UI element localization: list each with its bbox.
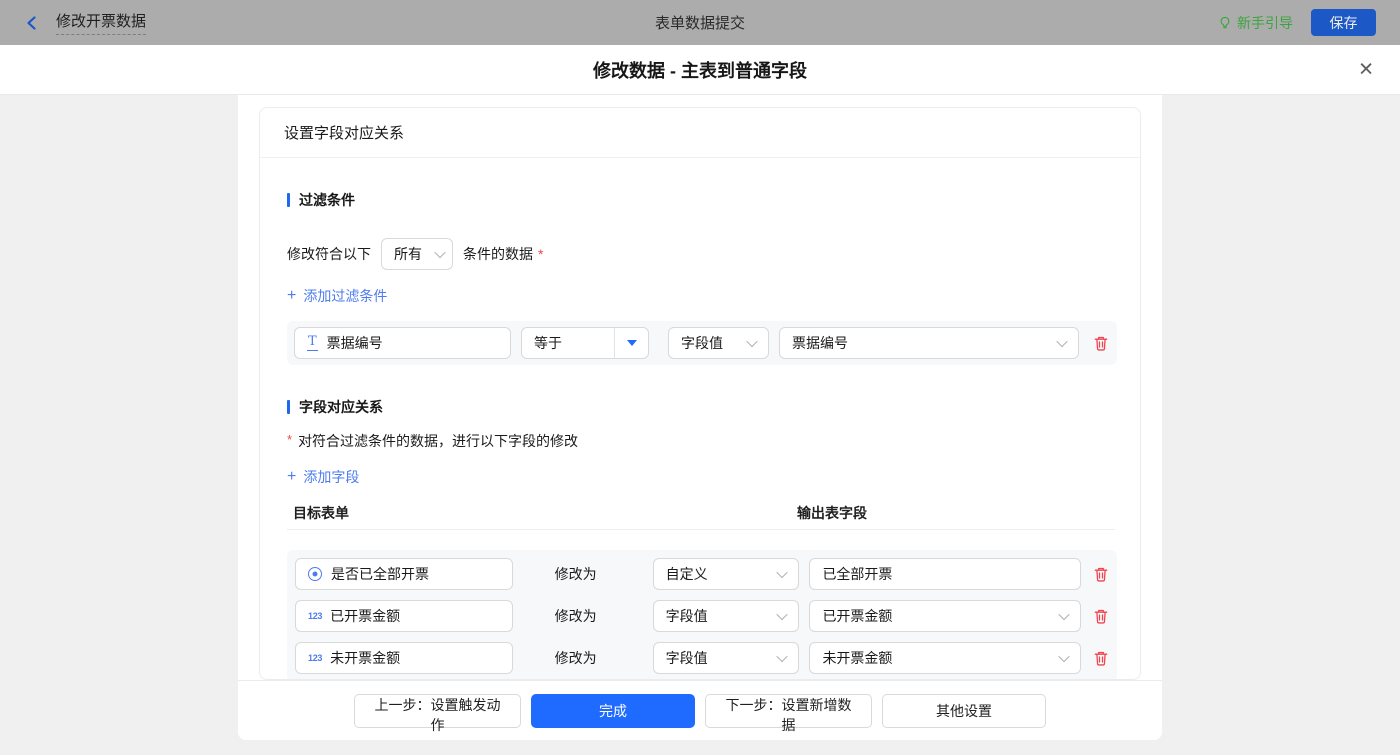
condition-value-select[interactable]: 票据编号 [779, 327, 1079, 359]
operator-caret-segment[interactable] [614, 328, 648, 358]
add-filter-condition-link[interactable]: + 添加过滤条件 [287, 286, 387, 306]
mapping-section-title: 字段对应关系 [287, 397, 1113, 417]
column-output-field: 输出表字段 [797, 503, 867, 523]
dialog-header: 修改数据 - 主表到普通字段 ✕ [0, 45, 1400, 95]
filter-condition-item: T 票据编号 等于 字段值 [294, 327, 1110, 359]
match-scope-select[interactable]: 所有 [381, 238, 453, 270]
modify-mode-select[interactable]: 自定义 [653, 558, 800, 590]
lightbulb-icon [1218, 16, 1232, 30]
mapping-table-header: 目标表单 输出表字段 [287, 503, 1113, 520]
target-field-box[interactable]: 123 未开票金额 [295, 642, 513, 674]
caret-down-icon [627, 340, 637, 346]
output-field-select[interactable]: 已开票金额 [809, 600, 1081, 632]
card-header: 设置字段对应关系 [260, 108, 1140, 158]
next-step-button[interactable]: 下一步：设置新增数据 [705, 694, 872, 728]
condition-field-box[interactable]: T 票据编号 [294, 327, 511, 359]
back-icon[interactable] [24, 15, 40, 31]
target-field-box[interactable]: 123 已开票金额 [295, 600, 513, 632]
dialog-title: 修改数据 - 主表到普通字段 [593, 57, 807, 83]
page-body: 设置字段对应关系 过滤条件 修改符合以下 所有 条件的数据 * [0, 95, 1400, 755]
chevron-down-icon [1058, 651, 1069, 662]
modify-mode-select[interactable]: 字段值 [653, 600, 800, 632]
dialog-footer: 上一步：设置触发动作 完成 下一步：设置新增数据 其他设置 [238, 680, 1162, 740]
beginner-guide-label: 新手引导 [1237, 13, 1293, 33]
modify-to-label: 修改为 [555, 648, 605, 668]
save-button[interactable]: 保存 [1311, 9, 1376, 36]
match-prefix-label: 修改符合以下 [287, 244, 371, 264]
chevron-down-icon [777, 567, 788, 578]
mapping-row: 是否已全部开票 修改为 自定义 已全部开票 [295, 558, 1109, 590]
section-bar [287, 400, 290, 414]
done-button[interactable]: 完成 [531, 694, 695, 728]
output-field-select[interactable]: 未开票金额 [809, 642, 1081, 674]
custom-value-input[interactable]: 已全部开票 [809, 558, 1081, 590]
target-field-box[interactable]: 是否已全部开票 [295, 558, 513, 590]
mapping-rows-panel: 是否已全部开票 修改为 自定义 已全部开票 [287, 550, 1117, 680]
divider [287, 529, 1115, 530]
match-suffix-label: 条件的数据 [463, 244, 533, 264]
chevron-down-icon [777, 609, 788, 620]
chevron-down-icon [1058, 609, 1069, 620]
condition-value-type-select[interactable]: 字段值 [668, 327, 769, 359]
flow-title[interactable]: 修改开票数据 [56, 10, 146, 35]
required-mark: * [287, 432, 292, 447]
close-icon[interactable]: ✕ [1358, 60, 1374, 79]
plus-icon: + [287, 469, 296, 485]
delete-row-trash-icon[interactable] [1093, 566, 1109, 582]
number-field-icon: 123 [308, 653, 322, 663]
modify-mode-select[interactable]: 字段值 [653, 642, 800, 674]
condition-operator-select[interactable]: 等于 [521, 327, 649, 359]
text-field-icon: T [307, 335, 318, 351]
filter-condition-panel: T 票据编号 等于 字段值 [287, 321, 1117, 365]
section-bar [287, 193, 290, 207]
radio-field-icon [308, 567, 322, 581]
beginner-guide-link[interactable]: 新手引导 [1218, 13, 1293, 33]
required-mark: * [538, 246, 543, 262]
column-target-form: 目标表单 [293, 503, 349, 523]
other-settings-button[interactable]: 其他设置 [882, 694, 1046, 728]
dialog-card: 设置字段对应关系 过滤条件 修改符合以下 所有 条件的数据 * [238, 95, 1162, 740]
mapping-row: 123 已开票金额 修改为 字段值 已开票金额 [295, 600, 1109, 632]
number-field-icon: 123 [308, 611, 322, 621]
chevron-down-icon [434, 247, 445, 258]
topbar-center-title: 表单数据提交 [0, 12, 1400, 33]
add-field-link[interactable]: + 添加字段 [287, 467, 359, 487]
prev-step-button[interactable]: 上一步：设置触发动作 [354, 694, 521, 728]
chevron-down-icon [1056, 336, 1067, 347]
delete-row-trash-icon[interactable] [1093, 608, 1109, 624]
modify-to-label: 修改为 [555, 606, 605, 626]
delete-row-trash-icon[interactable] [1093, 650, 1109, 666]
match-condition-row: 修改符合以下 所有 条件的数据 * [287, 238, 1113, 270]
chevron-down-icon [777, 651, 788, 662]
mapping-description: * 对符合过滤条件的数据，进行以下字段的修改 [287, 431, 1113, 451]
chevron-down-icon [746, 336, 757, 347]
plus-icon: + [287, 288, 296, 304]
mapping-row: 123 未开票金额 修改为 字段值 未开票金额 [295, 642, 1109, 674]
filter-section-title: 过滤条件 [287, 190, 1113, 210]
modify-to-label: 修改为 [555, 564, 605, 584]
settings-card: 设置字段对应关系 过滤条件 修改符合以下 所有 条件的数据 * [259, 107, 1141, 680]
delete-condition-trash-icon[interactable] [1093, 335, 1109, 351]
topbar: 表单数据提交 修改开票数据 新手引导 保存 [0, 0, 1400, 45]
